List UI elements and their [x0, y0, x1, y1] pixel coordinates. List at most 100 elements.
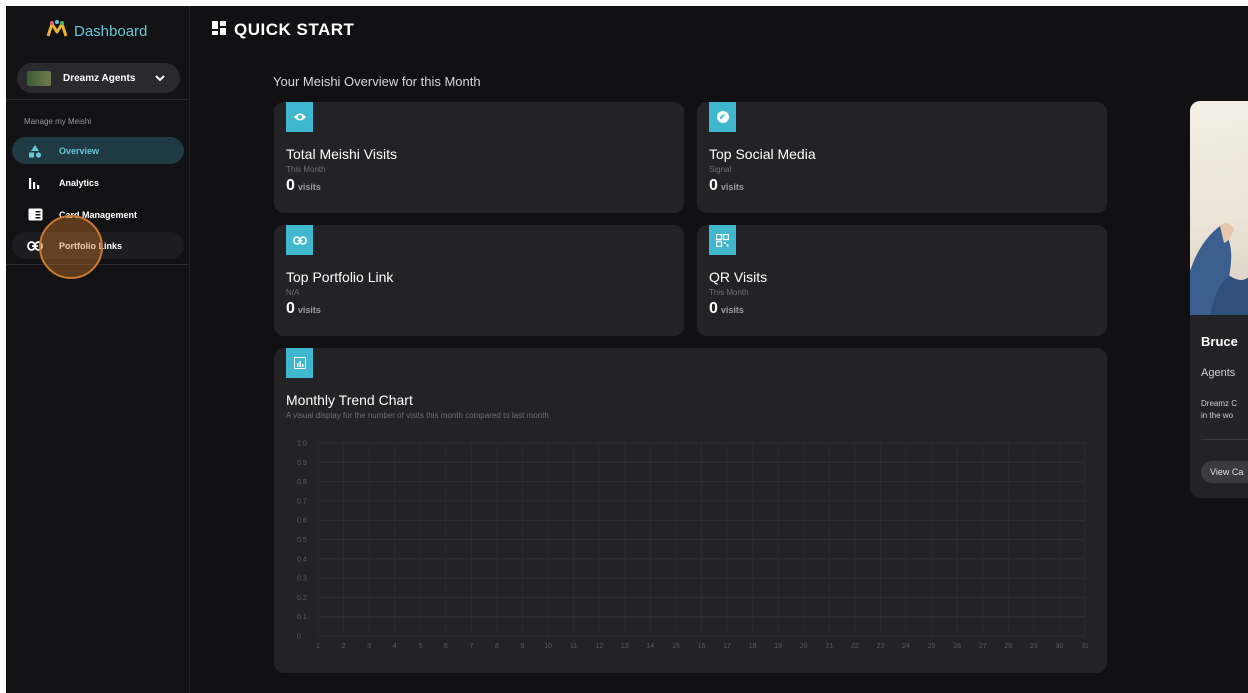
trend-chart: 00.10.20.30.40.50.60.70.80.91.01 2 3 4 5 6 7 8 9…: [297, 441, 1089, 651]
account-name: Dreamz Agents: [63, 72, 136, 84]
trend-chart-card: Monthly Trend Chart A visual display for…: [274, 348, 1107, 673]
x-tick-label: 30: [1056, 643, 1064, 650]
stat-card-top-portfolio: Top Portfolio Link N/A 0 visits: [274, 225, 684, 336]
account-selector[interactable]: Dreamz Agents: [17, 63, 180, 93]
y-tick-label: 0.1: [297, 614, 307, 621]
analytics-icon: [26, 174, 44, 192]
stat-card-subtitle: This Month: [286, 165, 326, 174]
stat-card-qr-visits: QR Visits This Month 0 visits: [697, 225, 1107, 336]
stat-card-subtitle: This Month: [709, 288, 749, 297]
y-tick-label: 0.6: [297, 518, 307, 525]
sidebar-item-label: Overview: [59, 145, 100, 156]
click-indicator: [39, 215, 103, 279]
profile-photo: [1190, 101, 1248, 315]
x-tick-label: 25: [928, 643, 936, 650]
profile-name: Bruce: [1201, 334, 1238, 349]
y-tick-label: 0: [297, 634, 301, 641]
x-tick-label: 20: [800, 643, 808, 650]
stat-card-title: Top Portfolio Link: [286, 269, 394, 285]
y-tick-label: 1.0: [297, 441, 307, 448]
x-tick-label: 21: [825, 643, 833, 650]
y-tick-label: 0.5: [297, 537, 307, 544]
stat-value-number: 0: [709, 177, 718, 194]
card-icon: [26, 206, 44, 224]
x-tick-label: 2: [342, 643, 346, 650]
link-icon: [286, 225, 313, 255]
sidebar-item-overview[interactable]: Overview: [12, 137, 184, 164]
app-window: Dashboard Dreamz Agents Manage my Meishi…: [6, 6, 1248, 693]
stat-card-value: 0 visits: [286, 300, 321, 318]
x-tick-label: 16: [698, 643, 706, 650]
y-tick-label: 0.8: [297, 479, 307, 486]
y-tick-label: 0.7: [297, 498, 307, 505]
x-tick-label: 22: [851, 643, 859, 650]
stat-card-title: QR Visits: [709, 269, 768, 285]
x-tick-label: 29: [1030, 643, 1038, 650]
chevron-down-icon: [154, 71, 166, 89]
x-tick-label: 11: [570, 643, 577, 650]
x-tick-label: 26: [953, 643, 961, 650]
profile-description-line: Dreamz C: [1201, 399, 1238, 408]
x-tick-label: 31: [1081, 643, 1089, 650]
x-tick-label: 6: [444, 643, 448, 650]
stat-card-subtitle: Signal: [709, 165, 732, 174]
stat-card-title: Total Meishi Visits: [286, 146, 398, 162]
profile-description: Dreamz C in the wo: [1201, 398, 1248, 422]
divider: [6, 99, 189, 100]
x-tick-label: 15: [672, 643, 680, 650]
stat-value-unit: visits: [297, 182, 321, 192]
profile-description-line: in the wo: [1201, 411, 1234, 420]
page-title-text: QUICK START: [234, 20, 355, 39]
sidebar-item-analytics[interactable]: Analytics: [12, 169, 184, 196]
sidebar-item-label: Analytics: [59, 177, 100, 188]
x-tick-label: 28: [1004, 643, 1012, 650]
x-tick-label: 18: [749, 643, 757, 650]
x-tick-label: 14: [646, 643, 654, 650]
x-tick-label: 19: [774, 643, 782, 650]
stat-card-top-social: Top Social Media Signal 0 visits: [697, 102, 1107, 213]
dashboard-grid-icon: [212, 20, 226, 40]
x-tick-label: 7: [469, 643, 473, 650]
y-tick-label: 0.9: [297, 460, 307, 467]
x-tick-label: 12: [595, 643, 603, 650]
page-title: QUICK START: [212, 20, 354, 40]
x-tick-label: 9: [521, 643, 525, 650]
view-card-button[interactable]: View Ca: [1201, 461, 1248, 483]
stat-card-value: 0 visits: [709, 300, 744, 318]
y-tick-label: 0.2: [297, 595, 307, 602]
stat-value-unit: visits: [720, 305, 744, 315]
signal-icon: [709, 102, 736, 132]
x-tick-label: 1: [316, 643, 320, 650]
brand-title: Dashboard: [74, 23, 148, 40]
sidebar-item-card-management[interactable]: Card Management: [12, 201, 184, 228]
qr-icon: [709, 225, 736, 255]
x-tick-label: 27: [979, 643, 987, 650]
x-tick-label: 13: [621, 643, 629, 650]
stat-value-unit: visits: [297, 305, 321, 315]
stat-value-number: 0: [286, 177, 295, 194]
sidebar: Dashboard Dreamz Agents Manage my Meishi…: [6, 6, 190, 693]
y-tick-label: 0.3: [297, 576, 307, 583]
x-tick-label: 5: [418, 643, 422, 650]
divider: [1201, 439, 1248, 440]
dashboard-logo-icon: [46, 20, 68, 43]
stat-card-subtitle: N/A: [286, 288, 300, 297]
stat-card-title: Top Social Media: [709, 146, 816, 162]
stat-value-number: 0: [286, 300, 295, 317]
y-tick-label: 0.4: [297, 556, 307, 563]
x-tick-label: 4: [393, 643, 397, 650]
stat-value-unit: visits: [720, 182, 744, 192]
overview-heading: Your Meishi Overview for this Month: [273, 74, 481, 89]
profile-company: Agents: [1201, 367, 1236, 379]
brand-link[interactable]: Dashboard: [46, 20, 147, 43]
shapes-icon: [26, 142, 44, 160]
stat-card-value: 0 visits: [286, 177, 321, 195]
account-logo: [27, 70, 51, 86]
x-tick-label: 23: [877, 643, 885, 650]
x-tick-label: 3: [367, 643, 371, 650]
x-tick-label: 24: [902, 643, 910, 650]
x-tick-label: 8: [495, 643, 499, 650]
stat-card-total-visits: Total Meishi Visits This Month 0 visits: [274, 102, 684, 213]
stat-card-value: 0 visits: [709, 177, 744, 195]
eye-icon: [286, 102, 313, 132]
